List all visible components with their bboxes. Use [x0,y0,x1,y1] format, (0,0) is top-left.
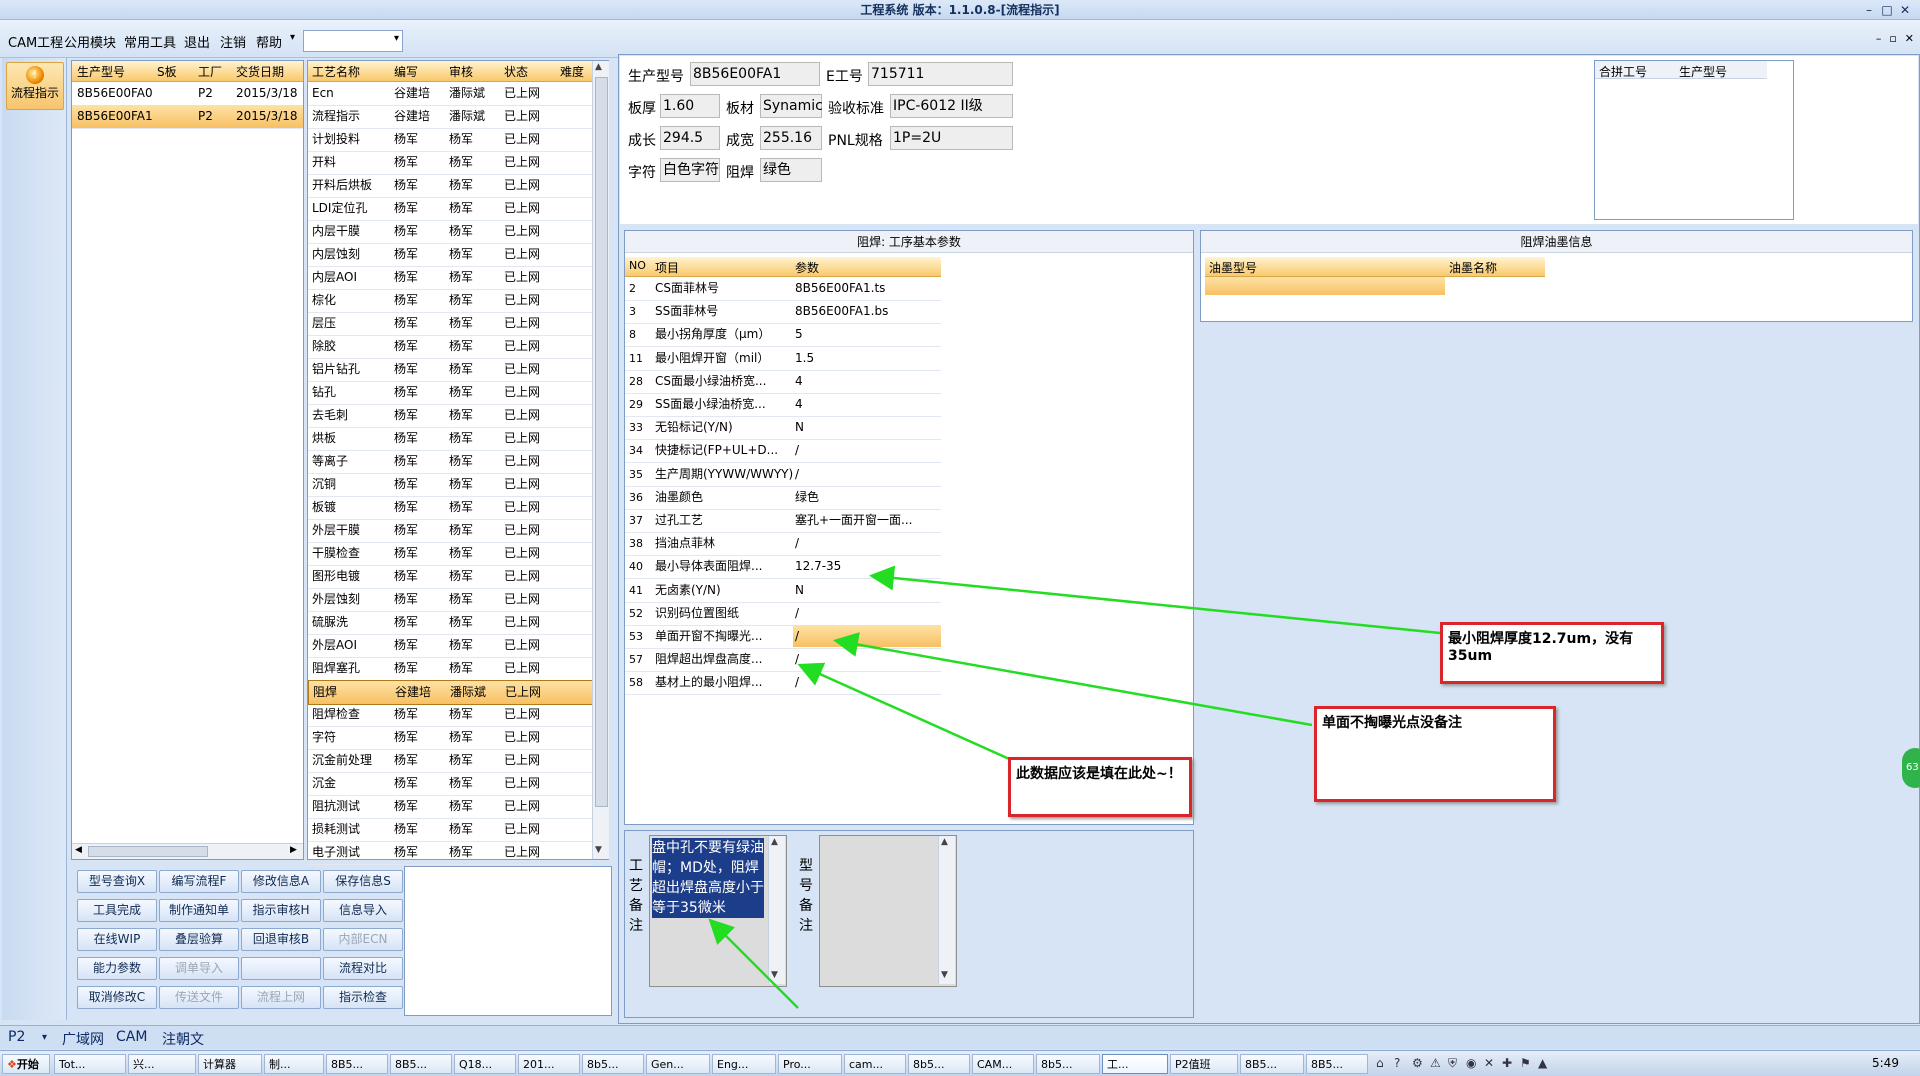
taskbar: ❖开始 Tot... 兴... 计算器 制... 8B5... 8B5... Q18... 2… [0,1050,1920,1076]
plant-selector[interactable]: P2 [8,1029,25,1045]
arrow-4 [708,918,799,1009]
clock: 5:49 [1872,1056,1899,1070]
arrow-2 [833,632,1313,727]
tray-icon[interactable]: ⚠ [1430,1056,1441,1070]
taskbar-item[interactable]: 计算器 [198,1054,262,1074]
tray-icon[interactable]: ⛨ [1448,1056,1457,1071]
taskbar-item[interactable]: 兴... [128,1054,196,1074]
start-button[interactable]: ❖开始 [2,1054,50,1074]
taskbar-item[interactable]: Tot... [54,1054,126,1074]
taskbar-item[interactable]: Q18... [454,1054,516,1074]
taskbar-item[interactable]: 8B5... [1306,1054,1368,1074]
annotation-note-1: 最小阻焊厚度12.7um，没有35um [1440,622,1664,684]
taskbar-item[interactable]: 制... [264,1054,324,1074]
tray-icon[interactable]: ⚙ [1412,1056,1423,1070]
tab-user[interactable]: 注朝文 [162,1029,204,1049]
taskbar-item[interactable]: 8b5... [908,1054,970,1074]
status-bar: P2 ▾ 广域网 CAM 注朝文 [0,1025,1920,1049]
windows-logo-icon: ❖ [7,1058,17,1071]
side-badge[interactable]: 63 [1902,748,1920,788]
tray-icon[interactable]: ◉ [1466,1056,1476,1070]
taskbar-item[interactable]: 201... [518,1054,580,1074]
start-label: 开始 [16,1058,39,1071]
taskbar-item[interactable]: 8B5... [390,1054,452,1074]
chevron-down-icon[interactable]: ▾ [42,1032,47,1043]
taskbar-item[interactable]: 8b5... [582,1054,644,1074]
tray-icon[interactable]: ▲ [1538,1056,1547,1070]
tray-icon[interactable]: ⚑ [1520,1056,1531,1070]
annotation-note-2: 单面不掏曝光点没备注 [1314,706,1556,802]
tab-cam[interactable]: CAM [116,1029,147,1045]
arrow-1 [869,565,1441,635]
tab-wan[interactable]: 广域网 [62,1029,104,1049]
taskbar-item[interactable]: Pro... [778,1054,842,1074]
tray-icon[interactable]: ⌂ [1376,1056,1384,1070]
taskbar-item[interactable]: 8b5... [1036,1054,1100,1074]
arrow-3 [797,662,1017,764]
taskbar-item[interactable]: Gen... [646,1054,710,1074]
taskbar-item[interactable]: 8B5... [326,1054,388,1074]
tray-icon[interactable]: ✚ [1502,1056,1512,1070]
taskbar-item[interactable]: 工... [1102,1054,1168,1074]
annotation-note-3: 此数据应该是填在此处~！ [1008,757,1192,817]
annotation-arrows [708,565,1441,1009]
taskbar-item[interactable]: 8B5... [1240,1054,1304,1074]
taskbar-item[interactable]: P2值班 [1170,1054,1238,1074]
taskbar-item[interactable]: cam... [844,1054,906,1074]
tray-icon[interactable]: ✕ [1484,1056,1494,1070]
taskbar-item[interactable]: Eng... [712,1054,776,1074]
taskbar-item[interactable]: CAM... [972,1054,1034,1074]
tray-icon[interactable]: ? [1394,1056,1400,1070]
